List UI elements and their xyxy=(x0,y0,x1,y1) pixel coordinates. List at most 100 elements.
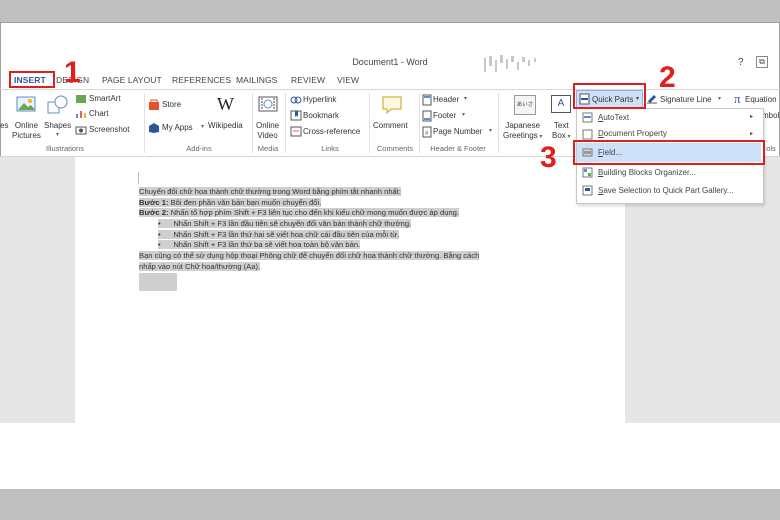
chart-button[interactable]: Chart xyxy=(89,109,109,118)
footer-button[interactable]: Footer xyxy=(433,111,456,120)
annotation-number-3: 3 xyxy=(540,141,557,174)
links-group-label: Links xyxy=(321,144,339,153)
shapes-button[interactable]: Shapes xyxy=(44,121,71,130)
group-separator xyxy=(144,93,145,153)
illustrations-group-label: Illustrations xyxy=(46,144,84,153)
comment-icon xyxy=(382,96,402,115)
text-box-button[interactable]: Text Box ▾ xyxy=(552,121,570,142)
online-video-label-2: Video xyxy=(257,131,278,140)
text-box-label-2: Box xyxy=(552,131,566,140)
step2-label: Bước 2: xyxy=(139,208,169,217)
japanese-greetings-button[interactable]: Japanese Greetings ▾ xyxy=(503,121,542,142)
page-number-icon: # xyxy=(422,126,432,138)
doc-line-step2: Bước 2: Nhấn tổ hợp phím Shift + F3 liên… xyxy=(139,208,459,217)
submenu-arrow-icon: ▸ xyxy=(750,114,754,120)
online-pictures-label-1: Online xyxy=(14,121,39,130)
signature-line-icon xyxy=(647,95,657,104)
save-selection-label-rest: ave Selection to Quick Part Gallery... xyxy=(603,186,734,195)
save-selection-icon xyxy=(582,185,593,196)
comment-button[interactable]: Comment xyxy=(373,121,408,130)
document-property-label-rest: ocument Property xyxy=(603,130,667,138)
header-dropdown-icon[interactable]: ▾ xyxy=(464,95,467,102)
tab-page-layout[interactable]: PAGE LAYOUT xyxy=(102,75,162,85)
wikipedia-icon: W xyxy=(217,94,234,114)
autotext-icon xyxy=(582,112,593,123)
my-apps-dropdown-icon[interactable]: ▾ xyxy=(201,123,204,130)
bullet-item-text: Nhấn Shift + F3 lần đầu tiên sẽ chuyển đ… xyxy=(173,219,412,228)
page-number-dropdown-icon[interactable]: ▾ xyxy=(489,127,492,134)
doc-line-intro: Chuyển đổi chữ hoa thành chữ thường tron… xyxy=(139,187,401,196)
signature-line-button[interactable]: Signature Line xyxy=(660,95,712,104)
equation-button[interactable]: Equation xyxy=(745,95,777,104)
bullet-item: • Nhấn Shift + F3 lần thứ ba sẽ viết hoa… xyxy=(158,240,361,249)
screenshot-icon xyxy=(75,126,87,135)
tab-mailings[interactable]: MAILINGS xyxy=(236,75,277,85)
help-button[interactable]: ? xyxy=(738,57,744,68)
bookmark-button[interactable]: Bookmark xyxy=(303,111,339,120)
header-button[interactable]: Header xyxy=(433,95,459,104)
store-button[interactable]: Store xyxy=(162,100,181,109)
restore-ribbon-button[interactable]: ⧉ xyxy=(756,56,768,68)
bullet-item: • Nhấn Shift + F3 lần thứ hai sẽ viết ho… xyxy=(158,230,400,239)
wikipedia-button[interactable]: Wikipedia xyxy=(208,121,243,130)
paragraph-line-2-text: nhấp vào nút Chữ hoa/thường (Aa). xyxy=(139,262,261,271)
annotation-number-1: 1 xyxy=(64,56,81,89)
group-separator xyxy=(285,93,286,153)
step2-text: Nhấn tổ hợp phím Shift + F3 liên tục cho… xyxy=(168,208,459,217)
bullet-item-text: Nhấn Shift + F3 lần thứ ba sẽ viết hoa t… xyxy=(173,240,361,249)
bookmark-icon xyxy=(290,110,302,121)
tab-view[interactable]: VIEW xyxy=(337,75,359,85)
screenshot-button[interactable]: Screenshot xyxy=(89,125,129,134)
smartart-icon xyxy=(76,95,86,103)
japanese-greetings-label-2: Greetings xyxy=(503,131,538,140)
doc-line-step1: Bước 1: Bôi đen phần văn bản bạn muốn ch… xyxy=(139,198,322,207)
tab-references[interactable]: REFERENCES xyxy=(172,75,231,85)
cross-reference-button[interactable]: Cross-reference xyxy=(303,127,360,136)
comments-group-label: Comments xyxy=(376,144,414,153)
smartart-button[interactable]: SmartArt xyxy=(89,94,121,103)
step1-label: Bước 1: xyxy=(139,198,169,207)
online-video-button[interactable]: Online Video xyxy=(256,121,279,141)
my-apps-icon xyxy=(149,123,159,133)
selected-empty-paragraph xyxy=(139,273,177,291)
store-icon xyxy=(149,99,159,110)
online-pictures-button[interactable]: Online Pictures xyxy=(12,121,41,141)
text-box-label-1: Text xyxy=(553,121,569,130)
online-pictures-label-2: Pictures xyxy=(12,131,41,140)
page-margin-mark xyxy=(138,172,139,184)
shapes-dropdown-icon[interactable]: ▾ xyxy=(56,131,59,138)
save-selection-label: Save Selection to Quick Part Gallery... xyxy=(598,186,733,195)
group-separator xyxy=(498,93,499,153)
window-title: Document1 - Word xyxy=(352,57,428,67)
document-property-label: Document Property xyxy=(598,130,667,138)
document-property-icon xyxy=(582,129,593,140)
symbol-button-partial[interactable]: mbol xyxy=(762,111,779,120)
submenu-arrow-icon: ▸ xyxy=(750,131,754,137)
header-footer-group-label: Header & Footer xyxy=(430,144,486,153)
pictures-button-partial[interactable]: es xyxy=(0,121,8,130)
doc-line-paragraph-1: Bạn cũng có thể sử dụng hộp thoại Phông … xyxy=(139,251,480,260)
bullet-item: • Nhấn Shift + F3 lần đầu tiên sẽ chuyển… xyxy=(158,219,412,228)
japanese-greetings-label-1: Japanese xyxy=(505,121,541,130)
cross-reference-icon xyxy=(290,126,302,137)
addins-group-label: Add-ins xyxy=(186,144,212,153)
chart-icon xyxy=(76,111,86,118)
signature-line-dropdown-icon[interactable]: ▾ xyxy=(718,95,721,102)
my-apps-button[interactable]: My Apps xyxy=(162,123,193,132)
online-pictures-icon xyxy=(16,96,36,112)
footer-icon xyxy=(422,110,432,122)
title-pattern-decoration xyxy=(484,55,536,72)
tab-review[interactable]: REVIEW xyxy=(291,75,325,85)
page-number-button[interactable]: Page Number xyxy=(433,127,482,136)
building-blocks-label: Building Blocks Organizer... xyxy=(598,168,696,177)
hyperlink-button[interactable]: Hyperlink xyxy=(303,95,336,104)
window-bottom-area xyxy=(0,423,780,489)
autotext-label: AutoText xyxy=(598,113,629,122)
building-blocks-label-rest: uilding Blocks Organizer... xyxy=(603,168,696,177)
shapes-icon xyxy=(47,95,68,114)
footer-dropdown-icon[interactable]: ▾ xyxy=(462,111,465,118)
step1-text: Bôi đen phần văn bản bạn muốn chuyển đổi… xyxy=(168,198,322,207)
paragraph-line-1-text: Bạn cũng có thể sử dụng hộp thoại Phông … xyxy=(139,251,480,260)
doc-line-intro-text: Chuyển đổi chữ hoa thành chữ thường tron… xyxy=(139,187,401,196)
japanese-greetings-icon: あいさつ xyxy=(514,95,536,115)
